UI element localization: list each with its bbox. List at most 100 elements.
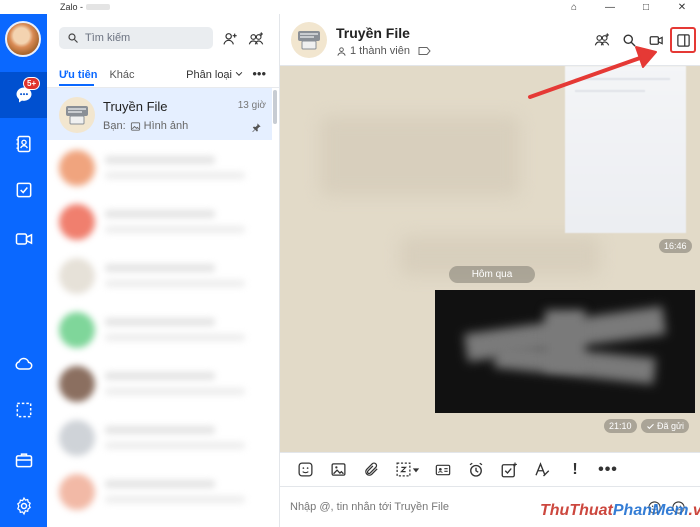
- contacts-icon: [16, 135, 31, 153]
- sidebar-panel-icon: [676, 33, 690, 47]
- tab-other[interactable]: Khác: [109, 69, 134, 81]
- close-button[interactable]: ✕: [664, 0, 700, 14]
- preview-prefix: Bạn:: [103, 120, 126, 132]
- settings-icon: [16, 496, 31, 516]
- task-check-icon: [501, 462, 517, 477]
- nav-messages[interactable]: 5+: [0, 72, 47, 118]
- add-friend-button[interactable]: [219, 29, 241, 49]
- pin-window-button[interactable]: ⌂: [556, 0, 592, 14]
- chat-avatar[interactable]: [291, 22, 327, 58]
- text-format-button[interactable]: [527, 457, 557, 483]
- sent-status-label: Đã gửi: [657, 421, 685, 431]
- search-box[interactable]: Tìm kiếm: [59, 27, 213, 49]
- chat-panel: Truyền File 1 thành viên 16:46 Hôm qua 2…: [280, 14, 700, 527]
- conversation-avatar: [59, 97, 95, 133]
- maximize-button[interactable]: □: [628, 0, 664, 14]
- tag-icon[interactable]: [418, 46, 431, 56]
- search-icon: [68, 33, 78, 43]
- nav-settings[interactable]: [0, 483, 47, 527]
- image-message[interactable]: [565, 66, 686, 233]
- active-tab-indicator: [59, 84, 94, 86]
- sent-status: Đã gửi: [641, 419, 690, 433]
- add-member-icon: [594, 33, 610, 46]
- message-area[interactable]: 16:46 Hôm qua 21:10 Đã gửi: [280, 66, 700, 452]
- list-tabs: Ưu tiên Khác Phân loại •••: [59, 66, 272, 84]
- attach-file-button[interactable]: [356, 457, 386, 483]
- image-icon: [330, 463, 346, 476]
- member-count: 1 thành viên: [350, 45, 410, 57]
- add-member-button[interactable]: [589, 27, 615, 53]
- image-icon: [130, 121, 140, 131]
- more-options-button[interactable]: •••: [593, 457, 623, 483]
- watermark-part-3: .vn: [688, 502, 700, 519]
- cloud-transfer-icon: [66, 106, 88, 125]
- search-placeholder: Tìm kiếm: [85, 32, 131, 44]
- tab-priority[interactable]: Ưu tiên: [59, 69, 97, 81]
- screenshot-icon: [395, 462, 411, 477]
- blurred-background: [320, 116, 520, 196]
- screenshot-icon: [16, 402, 31, 418]
- window-title-redacted: [86, 4, 111, 10]
- left-nav: 5+: [0, 14, 47, 527]
- conversation-preview: Bạn: Hình ảnh: [103, 120, 188, 132]
- chevron-down-icon: [235, 71, 243, 76]
- search-messages-button[interactable]: [616, 27, 642, 53]
- video-call-button[interactable]: [643, 27, 669, 53]
- send-contact-card-button[interactable]: [428, 457, 458, 483]
- briefcase-icon: [15, 453, 32, 468]
- video-call-icon: [649, 35, 663, 45]
- assign-task-button[interactable]: [494, 457, 524, 483]
- nav-video[interactable]: [0, 216, 47, 262]
- add-friend-icon: [223, 33, 237, 45]
- cloud-transfer-icon: [298, 31, 320, 50]
- conversation-list-panel: Tìm kiếm Ưu tiên Khác Phân loại ••• Truy…: [47, 14, 280, 527]
- watermark-part-2: PhanMem: [612, 502, 689, 519]
- message-time: 21:10: [604, 419, 637, 433]
- pin-icon: [252, 123, 261, 133]
- image-message[interactable]: [435, 290, 695, 413]
- nav-briefcase[interactable]: [0, 437, 47, 483]
- paperclip-icon: [364, 462, 378, 476]
- reminder-button[interactable]: [461, 457, 491, 483]
- check-icon: [647, 423, 654, 429]
- person-icon: [337, 46, 346, 56]
- nav-cloud[interactable]: [0, 341, 47, 387]
- create-group-button[interactable]: [244, 29, 268, 49]
- sticker-button[interactable]: [290, 457, 320, 483]
- blurred-conversations: [47, 142, 279, 527]
- contact-card-icon: [435, 464, 451, 475]
- sticker-icon: [297, 462, 313, 477]
- list-more-button[interactable]: •••: [252, 66, 266, 81]
- filter-dropdown[interactable]: Phân loại: [186, 69, 232, 81]
- minimize-button[interactable]: —: [592, 0, 628, 14]
- caret-down-icon: [412, 467, 419, 472]
- nav-todo[interactable]: [0, 167, 47, 213]
- compose-toolbar: ! •••: [280, 452, 700, 486]
- toggle-info-panel-button[interactable]: [670, 27, 696, 53]
- video-icon: [15, 233, 32, 245]
- user-avatar[interactable]: [5, 21, 41, 57]
- capture-screen-button[interactable]: [389, 457, 425, 483]
- chat-members[interactable]: 1 thành viên: [336, 45, 434, 57]
- title-bar: Zalo - ⌂ — □ ✕: [0, 0, 700, 14]
- window-controls: ⌂ — □ ✕: [556, 0, 700, 14]
- conversation-time: 13 giờ: [237, 100, 266, 111]
- watermark: ThuThuatPhanMem.vn: [540, 502, 700, 520]
- unread-badge: 5+: [23, 77, 41, 90]
- mark-important-button[interactable]: !: [560, 457, 590, 483]
- chat-title: Truyền File: [336, 25, 410, 41]
- conversation-item[interactable]: Truyền File 13 giờ Bạn: Hình ảnh: [47, 88, 272, 140]
- nav-contacts[interactable]: [0, 121, 47, 167]
- nav-screenshot[interactable]: [0, 387, 47, 433]
- list-scrollbar[interactable]: [273, 90, 277, 124]
- image-button[interactable]: [323, 457, 353, 483]
- watermark-part-1: ThuThuat: [540, 502, 613, 519]
- search-icon: [623, 34, 636, 47]
- preview-text: Hình ảnh: [143, 120, 189, 132]
- message-time: 16:46: [659, 239, 692, 253]
- alarm-clock-icon: [469, 462, 483, 477]
- window-title: Zalo -: [60, 2, 84, 12]
- header-actions: [589, 26, 700, 54]
- create-group-icon: [248, 32, 264, 45]
- cloud-icon: [14, 357, 32, 370]
